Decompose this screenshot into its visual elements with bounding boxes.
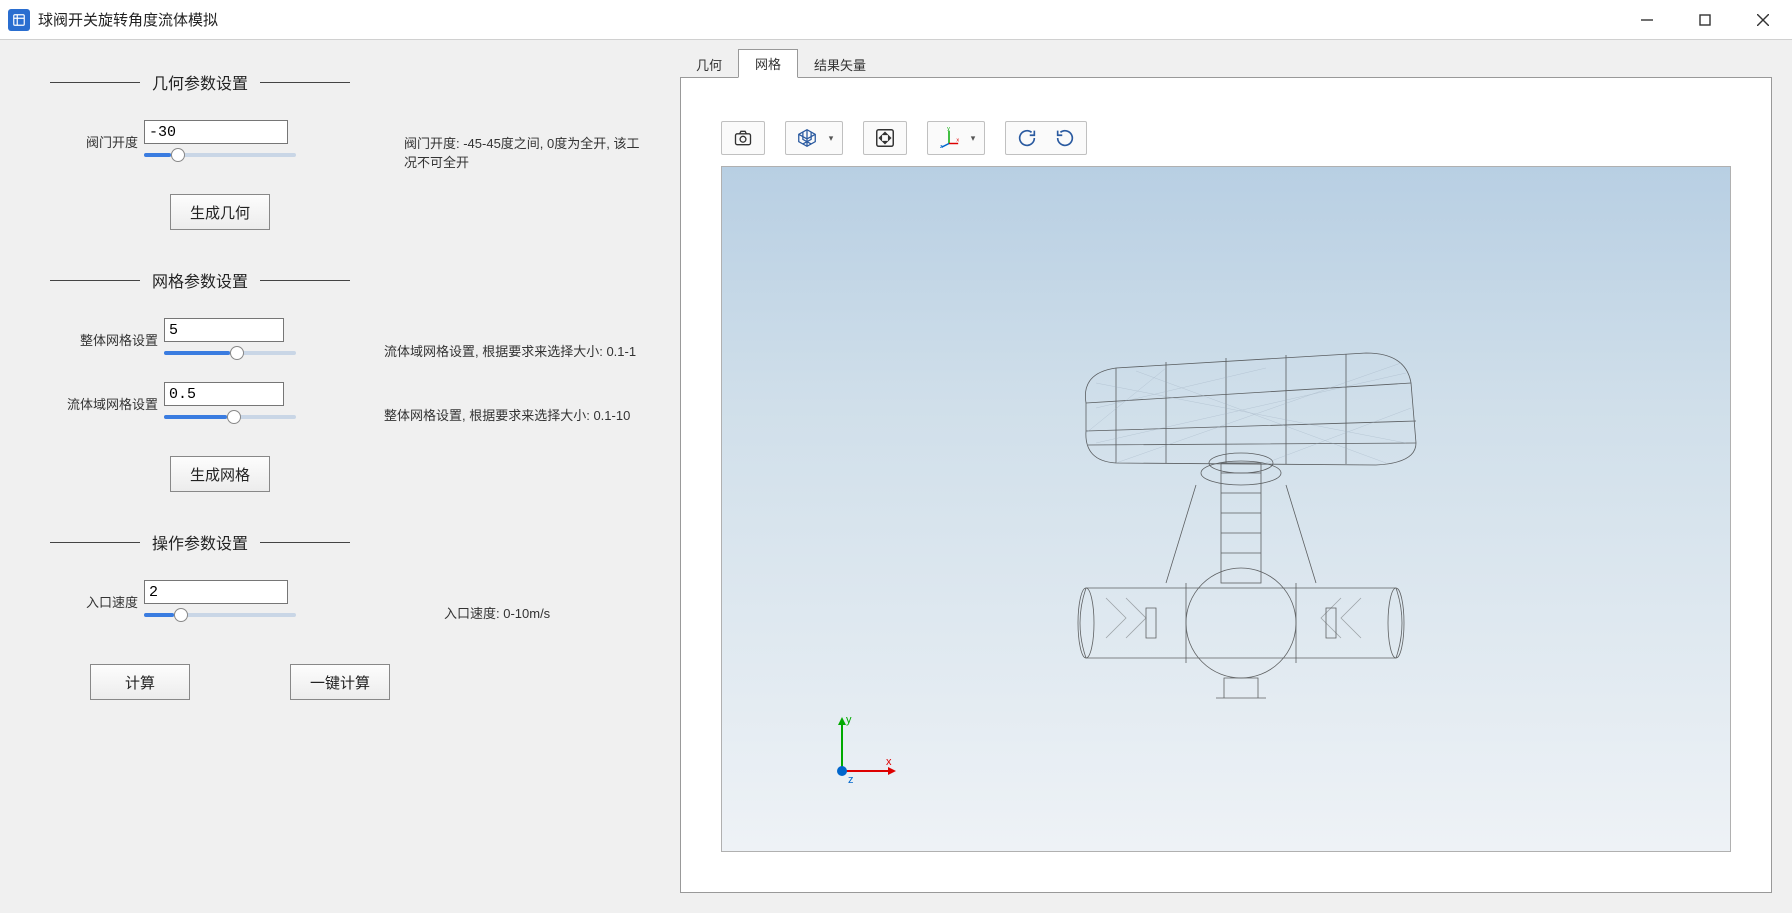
valve-angle-slider[interactable] [144,148,296,162]
camera-snapshot-icon[interactable] [726,123,760,153]
valve-angle-hint: 阀门开度: -45-45度之间, 0度为全开, 该工况不可全开 [404,133,650,171]
maximize-button[interactable] [1676,0,1734,39]
rotate-cw-icon[interactable] [1010,123,1044,153]
global-mesh-input[interactable] [164,318,284,342]
mesh-model-sketch [966,313,1486,733]
operation-section-header: 操作参数设置 [50,530,650,554]
generate-mesh-button[interactable]: 生成网格 [170,456,270,492]
window-title: 球阀开关旋转角度流体模拟 [38,9,218,30]
global-mesh-slider[interactable] [164,346,296,360]
svg-text:y: y [846,714,852,726]
wireframe-dropdown-icon[interactable]: ▾ [824,133,838,144]
viewer-panel: 几何 网格 结果矢量 ▾ [680,40,1792,913]
svg-text:z: z [940,144,943,149]
svg-text:y: y [947,127,950,132]
wireframe-cube-icon[interactable] [790,123,824,153]
window-controls [1618,0,1792,39]
viewer-toolbar: ▾ y x [721,118,1731,158]
inlet-velocity-hint: 入口速度: 0-10m/s [444,603,550,622]
viewer-frame: ▾ y x [680,77,1772,893]
parameter-panel: 几何参数设置 阀门开度 阀门开度: -45-45度之间, 0度为全开, [0,40,680,913]
geometry-section-header: 几何参数设置 [50,70,650,94]
inlet-velocity-input[interactable] [144,580,288,604]
global-mesh-hint: 整体网格设置, 根据要求来选择大小: 0.1-10 [384,405,630,424]
mesh-section-header: 网格参数设置 [50,268,650,292]
tab-mesh[interactable]: 网格 [738,49,798,78]
generate-geometry-button[interactable]: 生成几何 [170,194,270,230]
inlet-velocity-label: 入口速度 [50,592,138,611]
axes-dropdown-icon[interactable]: ▾ [966,133,980,144]
fluid-mesh-label: 流体域网格设置 [50,394,158,413]
inlet-velocity-slider[interactable] [144,608,296,622]
axis-triad: y x z [822,711,902,791]
mesh-section-title: 网格参数设置 [152,268,248,292]
viewport-3d[interactable]: y x z [721,166,1731,852]
valve-angle-label: 阀门开度 [50,132,138,151]
app-icon [8,9,30,31]
close-button[interactable] [1734,0,1792,39]
title-bar: 球阀开关旋转角度流体模拟 [0,0,1792,40]
compute-oneclick-button[interactable]: 一键计算 [290,664,390,700]
fluid-mesh-slider[interactable] [164,410,296,424]
global-mesh-label: 整体网格设置 [50,330,158,349]
fluid-mesh-input[interactable] [164,382,284,406]
compute-button[interactable]: 计算 [90,664,190,700]
geometry-section-title: 几何参数设置 [152,70,248,94]
fluid-mesh-hint: 流体域网格设置, 根据要求来选择大小: 0.1-1 [384,341,636,360]
minimize-button[interactable] [1618,0,1676,39]
svg-text:z: z [848,774,854,786]
tab-geometry[interactable]: 几何 [680,51,738,78]
operation-section-title: 操作参数设置 [152,530,248,554]
valve-angle-input[interactable] [144,120,288,144]
svg-text:x: x [956,138,959,144]
viewer-tabs: 几何 网格 结果矢量 [680,50,1772,78]
svg-text:x: x [886,756,892,768]
tab-result[interactable]: 结果矢量 [798,51,882,78]
rotate-ccw-icon[interactable] [1048,123,1082,153]
axes-orientation-icon[interactable]: y x z [932,123,966,153]
pan-arrows-icon[interactable] [868,123,902,153]
